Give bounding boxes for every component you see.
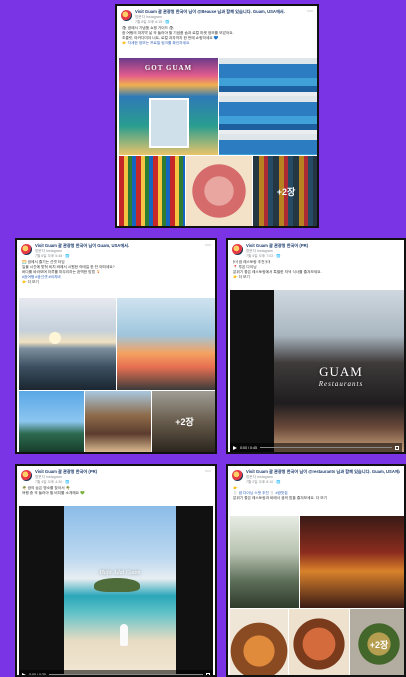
photo-dish[interactable] (230, 609, 288, 675)
post-card[interactable]: Visit Guam 괌 관광청 한국어 님이 Guam, USA에서. 방문자… (15, 238, 217, 454)
post-card[interactable]: Visit Guam 괌 관광청 한국어 님이 @restaurants 님과 … (226, 464, 406, 677)
photo-sunset-dinner[interactable] (19, 298, 116, 390)
video-frame[interactable]: Hafa Adai Guam (64, 506, 176, 675)
video-title: GUAM (319, 364, 363, 379)
photo-restaurant-interior[interactable] (230, 516, 299, 608)
post-time[interactable]: 7월 6일 오후 5:48 · 🌐 (35, 254, 203, 259)
photo-grid[interactable]: +2장 (19, 298, 215, 452)
photo-snack-shelf[interactable] (219, 58, 317, 155)
post-header: Visit Guam 괌 관광청 한국어 님이 @Beauxe 님과 함께 있습… (117, 6, 317, 26)
post-line: 👉 자세한 정보는 프로필 링크를 확인하세요 (122, 40, 190, 45)
sun-glow (49, 332, 61, 344)
progress-bar[interactable] (259, 446, 392, 449)
post-card[interactable]: Visit Guam 괌 관광청 한국어 님이 @Beauxe 님과 함께 있습… (115, 4, 319, 228)
more-photos-count: +2장 (350, 609, 404, 675)
video-title: Hafa Adai Guam (99, 570, 141, 576)
video-player[interactable]: GUAM Restaurants 0:00 / 0:45 (230, 290, 404, 452)
post-card[interactable]: Visit Guam 괌 관광청 한국어 (PR) 방문자 Instagram … (226, 238, 406, 454)
photo-palms[interactable] (19, 391, 84, 452)
rock-island (94, 578, 140, 592)
post-header: Visit Guam 괌 관광청 한국어 (PR) 방문자 Instagram … (17, 466, 215, 486)
more-photos-count: +2장 (152, 391, 215, 452)
photo-dish[interactable] (289, 609, 349, 675)
photo-more[interactable]: +2장 (152, 391, 215, 452)
video-controls[interactable]: 0:00 / 0:45 (230, 443, 402, 452)
video-time: 0:00 / 0:45 (240, 445, 257, 450)
avatar[interactable] (232, 470, 243, 481)
post-text: 🌴 괌의 숨은 명소를 찾아서 🌴 여행 중 꼭 들러야 할 비치를 소개해요 … (17, 486, 215, 496)
more-options-icon[interactable]: ⋯ (307, 9, 313, 15)
fullscreen-icon[interactable] (395, 445, 399, 450)
post-text: 👉 🍴 괌 다이닝 스팟 추천 🍴 #괌맛집 분위기 좋은 레스토랑과 바에서 … (228, 486, 404, 501)
photo-cocktails[interactable] (117, 298, 215, 390)
video-time: 0:00 / 0:30 (29, 672, 46, 677)
avatar[interactable] (21, 244, 32, 255)
photo-gift-item[interactable] (186, 156, 252, 226)
post-line: 분위기 좋은 레스토랑과 바에서 괌의 밤을 즐겨보세요. 더 보기 (233, 495, 328, 500)
shop-sign: GOT GUAM (144, 64, 193, 72)
play-icon[interactable] (22, 672, 26, 675)
photo-grid[interactable]: +2장 (230, 516, 404, 675)
post-line: 👉 더 보기 (233, 274, 250, 279)
post-time[interactable]: 7월 4일 오후 4:30 · 🌐 (35, 480, 203, 485)
post-line: 여행 중 꼭 들러야 할 비치를 소개해요 💚 (22, 490, 85, 495)
post-text: 🛍 괌에서 기념품 쇼핑 가이드 🛍 괌 여행의 마지막 날 꼭 들러야 할 기… (117, 26, 317, 46)
photo-bar[interactable] (300, 516, 404, 608)
more-options-icon[interactable]: ⋯ (205, 243, 211, 249)
post-header: Visit Guam 괌 관광청 한국어 님이 @restaurants 님과 … (228, 466, 404, 486)
post-time[interactable]: 7월 5일 오후 7:02 · 🌐 (246, 254, 400, 259)
avatar[interactable] (232, 244, 243, 255)
play-icon[interactable] (233, 445, 237, 450)
video-controls[interactable]: 0:00 / 0:30 (19, 670, 213, 677)
progress-bar[interactable] (48, 673, 203, 675)
post-time[interactable]: 7월 2일 오후 8:10 · 🌐 (246, 480, 400, 485)
shop-door (149, 98, 189, 148)
post-header: Visit Guam 괌 관광청 한국어 님이 Guam, USA에서. 방문자… (17, 240, 215, 260)
post-card[interactable]: Visit Guam 괌 관광청 한국어 (PR) 방문자 Instagram … (15, 464, 217, 677)
video-player[interactable]: Hafa Adai Guam 0:00 / 0:30 (19, 506, 213, 677)
fullscreen-icon[interactable] (206, 672, 210, 675)
post-text: 🌅 괌에서 즐기는 선셋 타임 일몰 시간에 맞춰 비치 바에서 시원한 칵테일… (17, 260, 215, 285)
photo-shop-front[interactable]: GOT GUAM (119, 58, 218, 155)
post-line: 👉 더 보기 (22, 279, 39, 284)
photo-grid[interactable]: GOT GUAM +2장 (119, 58, 317, 226)
photo-more[interactable]: +2장 (350, 609, 404, 675)
more-photos-count: +2장 (253, 156, 317, 226)
person-figure (120, 624, 128, 646)
photo-beach-hut[interactable] (85, 391, 151, 452)
more-options-icon[interactable]: ⋯ (205, 469, 211, 475)
photo-store-aisle[interactable] (119, 156, 185, 226)
avatar[interactable] (121, 10, 132, 21)
video-frame[interactable]: GUAM Restaurants (274, 290, 404, 452)
photo-more[interactable]: +2장 (253, 156, 317, 226)
video-subtitle: Restaurants (318, 380, 364, 388)
post-text: 🍽 괌 레스토랑 추천 🍽 📍 투몬 다이닝 분위기 좋은 레스토랑에서 특별한… (228, 260, 404, 280)
post-header: Visit Guam 괌 관광청 한국어 (PR) 방문자 Instagram … (228, 240, 404, 260)
avatar[interactable] (21, 470, 32, 481)
post-time[interactable]: 7월 8일 오후 6:15 · 🌐 (135, 20, 305, 25)
